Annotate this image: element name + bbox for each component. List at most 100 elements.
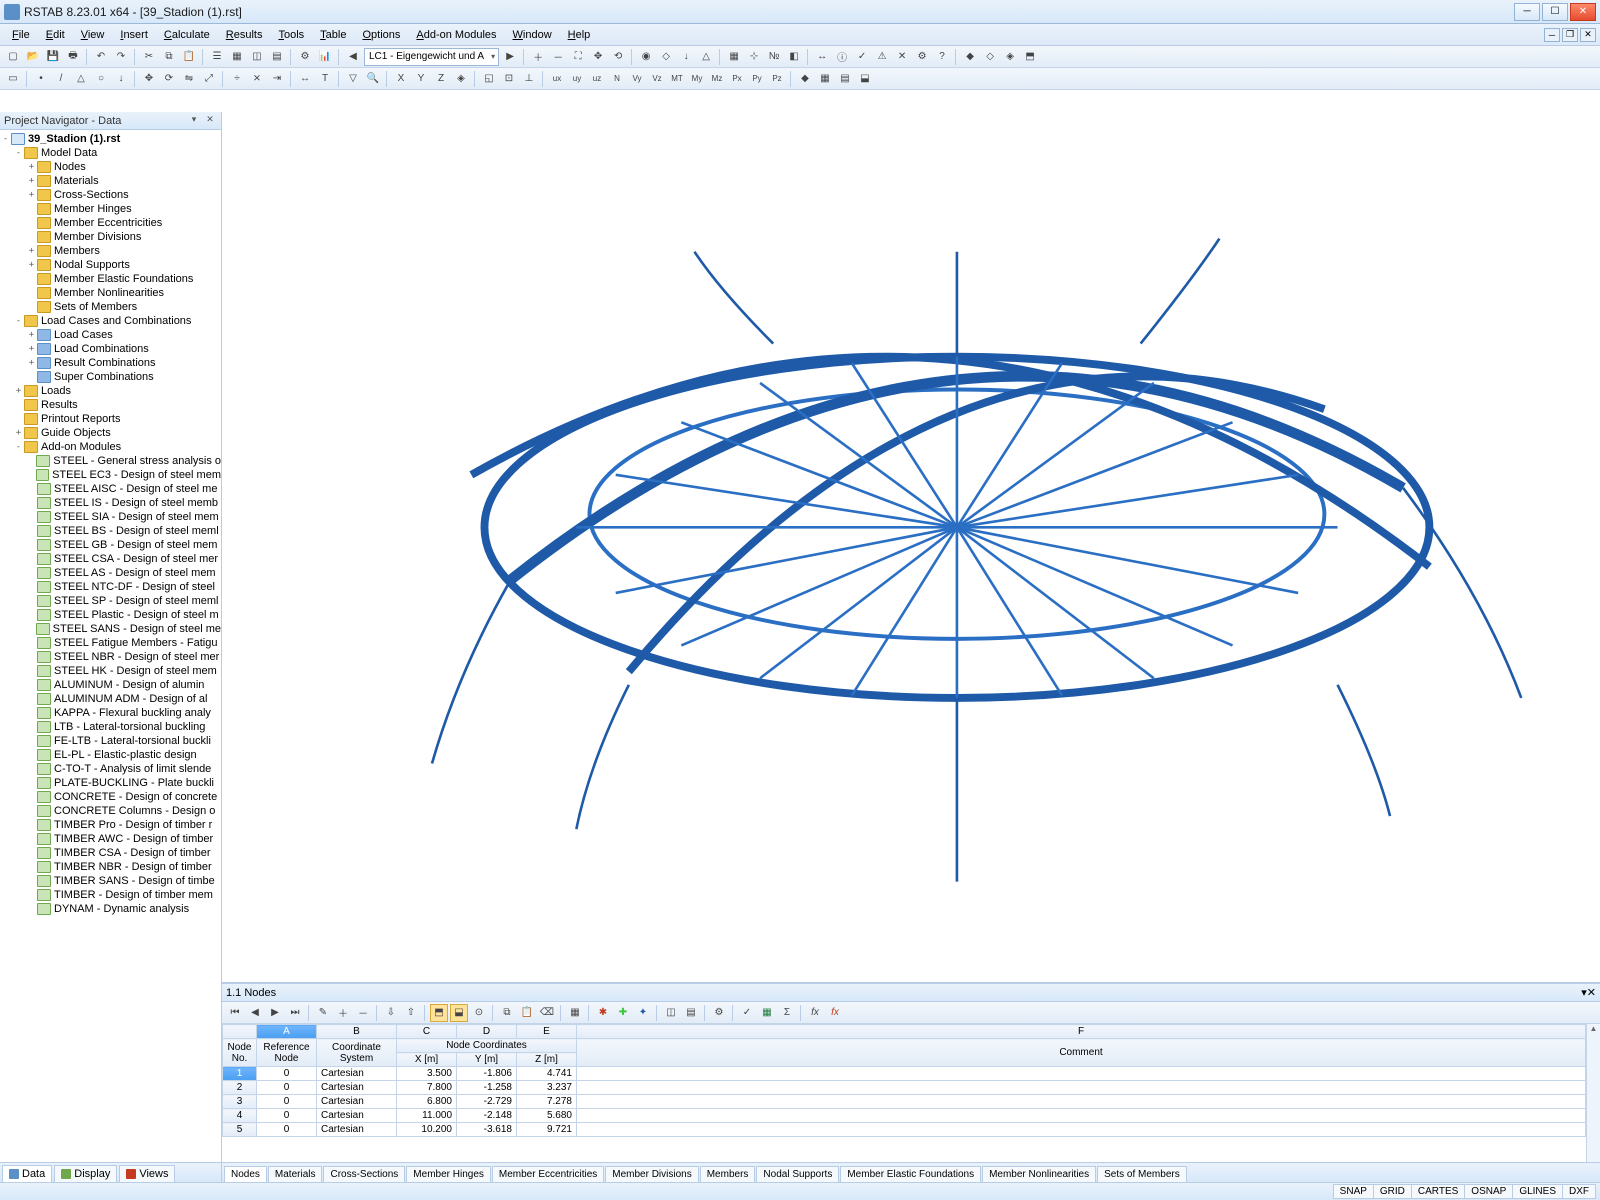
prev-lc-icon[interactable]: ◀ [344,48,362,66]
render-icon[interactable]: ◉ [637,48,655,66]
redo-icon[interactable]: ↷ [112,48,130,66]
tree-module-6[interactable]: STEEL GB - Design of steel mem [0,538,221,552]
px-icon[interactable]: Px [728,70,746,88]
x-header[interactable]: X [m] [397,1053,457,1067]
tree-module-0[interactable]: STEEL - General stress analysis o [0,454,221,468]
vz-icon[interactable]: Vz [648,70,666,88]
table-nav-next-icon[interactable]: ▶ [266,1004,284,1022]
tree-module-19[interactable]: LTB - Lateral-torsional buckling [0,720,221,734]
table-red-icon[interactable]: ✱ [594,1004,612,1022]
menu-calculate[interactable]: Calculate [156,27,218,43]
wireframe-icon[interactable]: ◇ [657,48,675,66]
tree-module-15[interactable]: STEEL HK - Design of steel mem [0,664,221,678]
model-viewport[interactable] [222,112,1600,982]
tree-top-4[interactable]: -Add-on Modules [0,440,221,454]
copy-icon[interactable]: ⧉ [160,48,178,66]
zoom-in-icon[interactable]: ＋ [529,48,547,66]
table-row[interactable]: 30Cartesian6.800-2.7297.278 [223,1095,1586,1109]
tree-model-1[interactable]: +Materials [0,174,221,188]
new-icon[interactable]: ▢ [4,48,22,66]
layout-icon[interactable]: ▤ [268,48,286,66]
workplane-icon[interactable]: ◱ [480,70,498,88]
tree-module-17[interactable]: ALUMINUM ADM - Design of al [0,692,221,706]
tree-module-31[interactable]: TIMBER - Design of timber mem [0,888,221,902]
menu-file[interactable]: File [4,27,38,43]
find-icon[interactable]: 🔍 [364,70,382,88]
tree-top-1[interactable]: Results [0,398,221,412]
undo-icon[interactable]: ↶ [92,48,110,66]
table-clear-icon[interactable]: ⌫ [538,1004,556,1022]
table-insert-icon[interactable]: ＋ [334,1004,352,1022]
tree-module-4[interactable]: STEEL SIA - Design of steel mem [0,510,221,524]
table-mark-icon[interactable]: ⬓ [450,1004,468,1022]
tree-module-25[interactable]: CONCRETE Columns - Design o [0,804,221,818]
vy-icon[interactable]: Vy [628,70,646,88]
check-icon[interactable]: ✓ [853,48,871,66]
scale-icon[interactable]: ⤢ [200,70,218,88]
colors-icon[interactable]: ◧ [785,48,803,66]
coords-group-header[interactable]: Node Coordinates [397,1039,577,1053]
print-icon[interactable]: 🖶 [64,48,82,66]
tree-model-0[interactable]: +Nodes [0,160,221,174]
my-icon[interactable]: My [688,70,706,88]
extra-tool2-icon[interactable]: ◇ [981,48,999,66]
zoom-fit-icon[interactable]: ⛶ [569,48,587,66]
table-tab-members[interactable]: Members [700,1166,756,1182]
member-tool-icon[interactable]: / [52,70,70,88]
extra3-icon[interactable]: ▤ [836,70,854,88]
menu-add-on-modules[interactable]: Add-on Modules [408,27,504,43]
extra-tool3-icon[interactable]: ◈ [1001,48,1019,66]
menu-edit[interactable]: Edit [38,27,73,43]
tree-module-29[interactable]: TIMBER NBR - Design of timber [0,860,221,874]
y-header[interactable]: Y [m] [457,1053,517,1067]
extra-icon[interactable]: ◆ [796,70,814,88]
snap-icon[interactable]: ⊡ [500,70,518,88]
table-view1-icon[interactable]: ◫ [662,1004,680,1022]
tree-module-18[interactable]: KAPPA - Flexural buckling analy [0,706,221,720]
hinge-tool-icon[interactable]: ○ [92,70,110,88]
menu-results[interactable]: Results [218,27,271,43]
tree-model-4[interactable]: Member Eccentricities [0,216,221,230]
tree-module-24[interactable]: CONCRETE - Design of concrete [0,790,221,804]
status-grid[interactable]: GRID [1373,1184,1412,1199]
comment-header[interactable]: Comment [577,1039,1586,1067]
support-tool-icon[interactable]: △ [72,70,90,88]
tree-module-1[interactable]: STEEL EC3 - Design of steel mem [0,468,221,482]
mt-icon[interactable]: MT [668,70,686,88]
table-row[interactable]: 50Cartesian10.200-3.6189.721 [223,1123,1586,1137]
loadcase-combo[interactable]: LC1 - Eigengewicht und A [364,48,499,66]
tree-module-8[interactable]: STEEL AS - Design of steel mem [0,566,221,580]
view-iso-icon[interactable]: ◈ [452,70,470,88]
table-highlight-icon[interactable]: ⬒ [430,1004,448,1022]
tree-top-0[interactable]: +Loads [0,384,221,398]
settings-icon[interactable]: ⚙ [913,48,931,66]
table-fx2-icon[interactable]: fx [826,1004,844,1022]
navigator-tab-display[interactable]: Display [54,1165,117,1182]
table-tab-member-eccentricities[interactable]: Member Eccentricities [492,1166,604,1182]
save-icon[interactable]: 💾 [44,48,62,66]
minimize-button[interactable]: ─ [1514,3,1540,21]
pz-icon[interactable]: Pz [768,70,786,88]
load-tool-icon[interactable]: ↓ [112,70,130,88]
tree-module-10[interactable]: STEEL SP - Design of steel meml [0,594,221,608]
tree-root[interactable]: -39_Stadion (1).rst [0,132,221,146]
table-tab-member-hinges[interactable]: Member Hinges [406,1166,491,1182]
table-fx-icon[interactable]: fx [806,1004,824,1022]
table-tab-nodes[interactable]: Nodes [224,1166,267,1182]
navigator-close-icon[interactable]: ✕ [203,114,217,128]
col-a-header[interactable]: A [257,1025,317,1039]
table-select-all-icon[interactable]: ▦ [566,1004,584,1022]
tree-model-6[interactable]: +Members [0,244,221,258]
pan-icon[interactable]: ✥ [589,48,607,66]
tree-module-5[interactable]: STEEL BS - Design of steel meml [0,524,221,538]
tree-load-2[interactable]: +Result Combinations [0,356,221,370]
table-edit-icon[interactable]: ✎ [314,1004,332,1022]
mdi-minimize-button[interactable]: ─ [1544,28,1560,42]
rotate-icon[interactable]: ⟲ [609,48,627,66]
table-tab-sets-of-members[interactable]: Sets of Members [1097,1166,1187,1182]
tree-module-13[interactable]: STEEL Fatigue Members - Fatigu [0,636,221,650]
divide-icon[interactable]: ÷ [228,70,246,88]
node-tool-icon[interactable]: • [32,70,50,88]
tree-loadcases[interactable]: -Load Cases and Combinations [0,314,221,328]
intersect-icon[interactable]: ⨯ [248,70,266,88]
